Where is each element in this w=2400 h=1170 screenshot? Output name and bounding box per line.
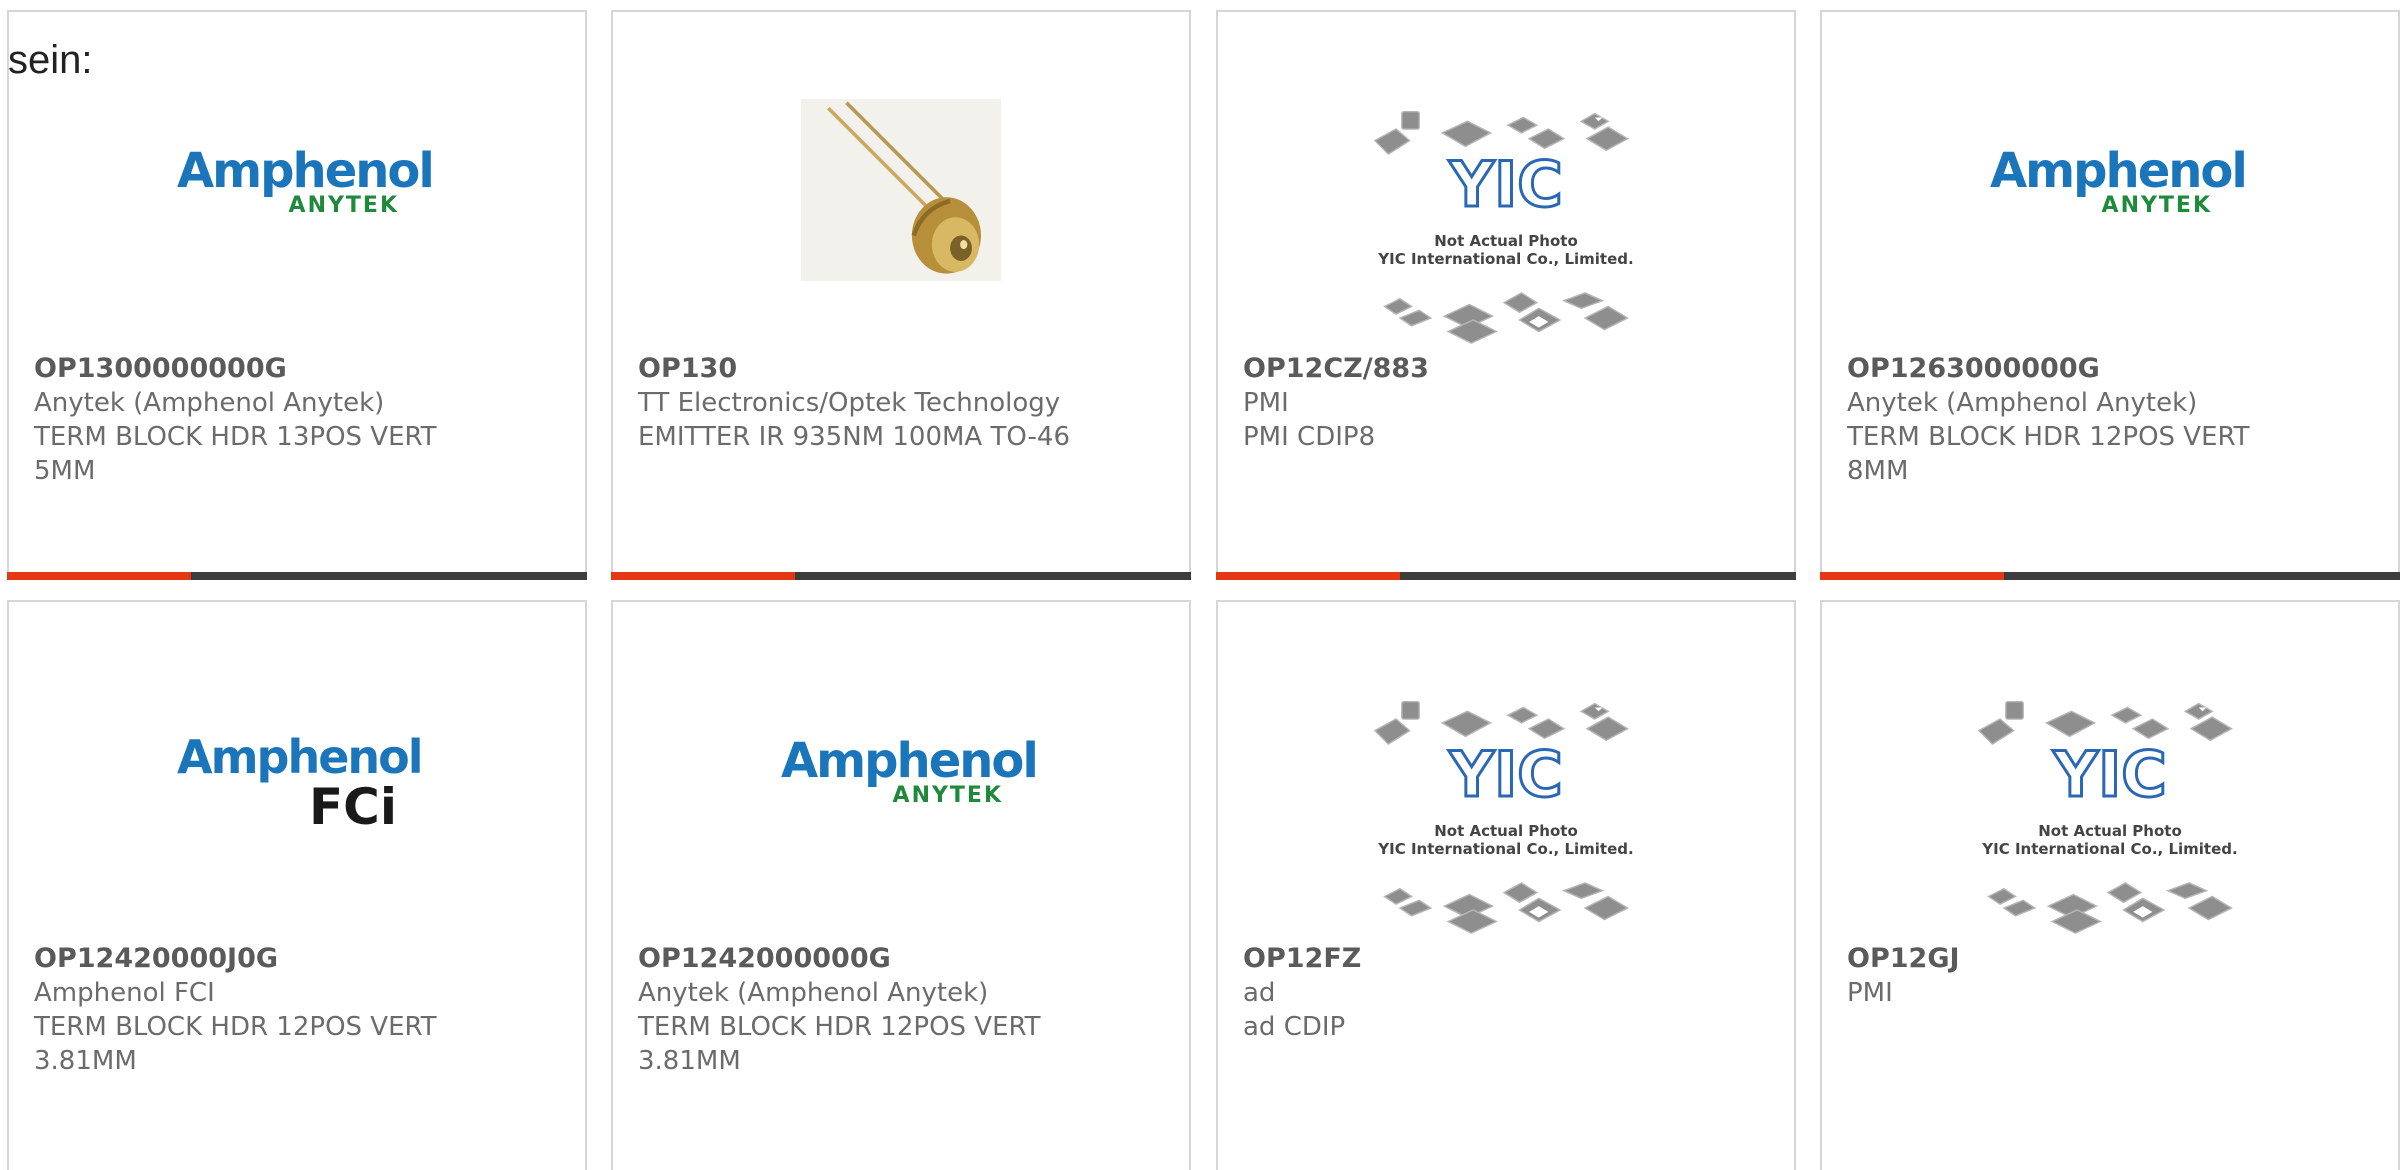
product-card[interactable]: YIC Not Actual Photo YIC International C… [1820,600,2400,1170]
amphenol-anytek-logo: Amphenol ANYTEK [177,143,435,218]
yic-placeholder-image: YIC Not Actual Photo YIC International C… [1371,102,1641,347]
amphenol-fci-logo: Amphenol FCi [177,730,424,836]
chip-cluster-icon [1371,102,1641,347]
part-number[interactable]: OP1263000000G [1847,352,2388,386]
manufacturer: Anytek (Amphenol Anytek) [1847,388,2198,418]
part-number[interactable]: OP12GJ [1847,942,2388,976]
part-number[interactable]: OP12420000J0G [34,942,575,976]
description: ad CDIP [1243,1012,1346,1042]
card-accent-bar [7,572,587,580]
description: PMI CDIP8 [1243,422,1376,452]
yic-placeholder-image: YIC Not Actual Photo YIC International C… [1371,692,1641,937]
manufacturer: PMI [1243,388,1289,418]
manufacturer: PMI [1847,978,1893,1008]
manufacturer: Anytek (Amphenol Anytek) [638,978,989,1008]
description-continued: 5MM [34,456,96,486]
card-accent-bar [1820,572,2400,580]
product-card[interactable]: YIC Not Actual Photo YIC International C… [1216,600,1796,1170]
product-card[interactable]: Amphenol ANYTEK OP1300000000G Anytek (Am… [7,10,587,580]
product-card[interactable]: OP130 TT Electronics/Optek Technology EM… [611,10,1191,580]
description: TERM BLOCK HDR 12POS VERT [34,1012,437,1042]
description: TERM BLOCK HDR 12POS VERT [1847,422,2250,452]
part-number[interactable]: OP1300000000G [34,352,575,386]
yic-placeholder-image: YIC Not Actual Photo YIC International C… [1975,692,2245,937]
product-card[interactable]: Amphenol ANYTEK OP1263000000G Anytek (Am… [1820,10,2400,580]
manufacturer: Anytek (Amphenol Anytek) [34,388,385,418]
description: EMITTER IR 935NM 100MA TO-46 [638,422,1071,452]
part-number[interactable]: OP12FZ [1243,942,1784,976]
product-card[interactable]: Amphenol FCi OP12420000J0G Amphenol FCI … [7,600,587,1170]
intro-text: sein: [8,38,93,82]
to46-emitter-photo [801,90,1001,290]
chip-cluster-icon [1975,692,2245,937]
amphenol-anytek-logo: Amphenol ANYTEK [1990,143,2248,218]
description: TERM BLOCK HDR 13POS VERT [34,422,437,452]
amphenol-anytek-logo: Amphenol ANYTEK [781,733,1039,808]
description-continued: 8MM [1847,456,1909,486]
card-accent-bar [611,572,1191,580]
part-number[interactable]: OP1242000000G [638,942,1179,976]
description-continued: 3.81MM [638,1046,741,1076]
part-number[interactable]: OP130 [638,352,1179,386]
manufacturer: TT Electronics/Optek Technology [638,388,1061,418]
manufacturer: ad [1243,978,1276,1008]
description-continued: 3.81MM [34,1046,137,1076]
product-card[interactable]: YIC Not Actual Photo YIC International C… [1216,10,1796,580]
part-number[interactable]: OP12CZ/883 [1243,352,1784,386]
manufacturer: Amphenol FCI [34,978,215,1008]
card-accent-bar [1216,572,1796,580]
chip-cluster-icon [1371,692,1641,937]
product-card[interactable]: Amphenol ANYTEK OP1242000000G Anytek (Am… [611,600,1191,1170]
description: TERM BLOCK HDR 12POS VERT [638,1012,1041,1042]
